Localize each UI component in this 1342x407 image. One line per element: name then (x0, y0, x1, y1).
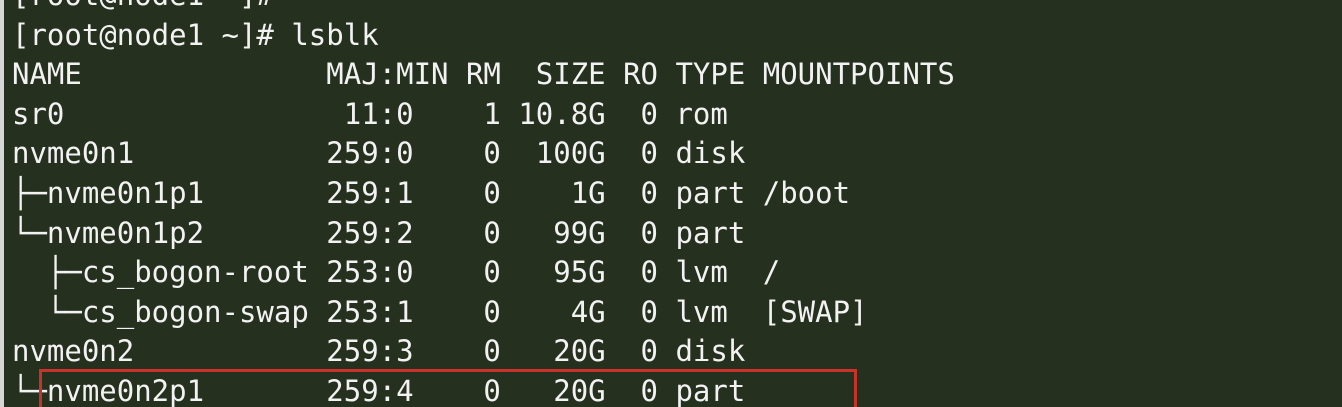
terminal-line-device: sr0 11:0 1 10.8G 0 rom (12, 96, 728, 131)
highlight-box (39, 369, 857, 407)
terminal-line-header: NAME MAJ:MIN RM SIZE RO TYPE MOUNTPOINTS (12, 57, 955, 92)
terminal-line-device: └─nvme0n1p2 259:2 0 99G 0 part (12, 215, 746, 250)
terminal-line-prompt-previous: [root@node1 ~]# (12, 0, 955, 16)
terminal-line-device: └─cs_bogon-swap 253:1 0 4G 0 lvm [SWAP] (12, 294, 868, 329)
terminal-line-device: ├─nvme0n1p1 259:1 0 1G 0 part /boot (12, 175, 851, 210)
terminal-line-device: ├─cs_bogon-root 253:0 0 95G 0 lvm / (12, 255, 781, 290)
terminal-output: [root@node1 ~]# [root@node1 ~]# lsblk NA… (12, 0, 955, 407)
terminal-line-command: [root@node1 ~]# lsblk (12, 17, 379, 52)
terminal-window[interactable]: [root@node1 ~]# [root@node1 ~]# lsblk NA… (0, 0, 1342, 407)
terminal-line-device: nvme0n1 259:0 0 100G 0 disk (12, 136, 746, 171)
terminal-line-device: nvme0n2 259:3 0 20G 0 disk (12, 334, 746, 369)
